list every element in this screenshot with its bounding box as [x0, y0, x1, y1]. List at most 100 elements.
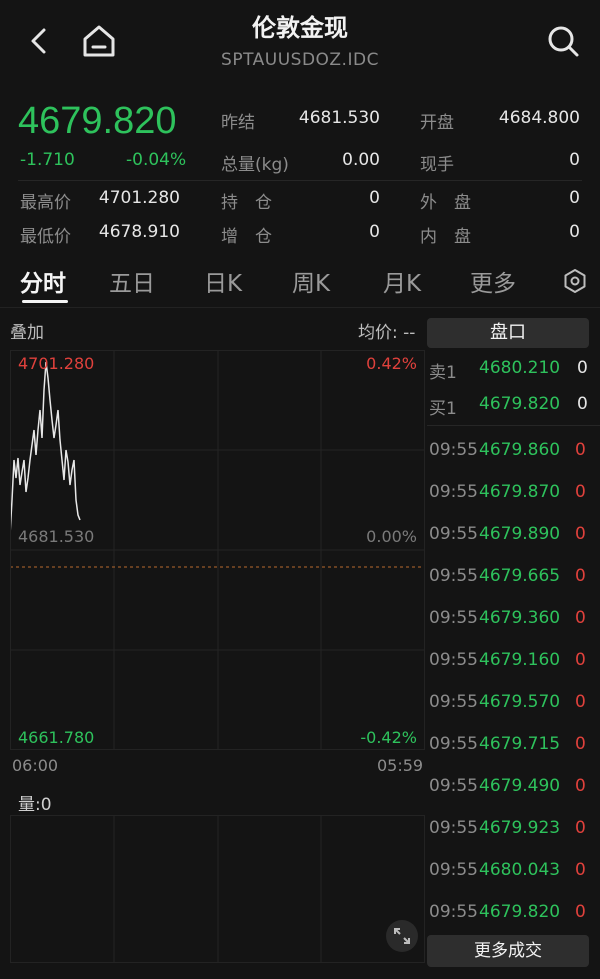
trade-volume: 0 — [575, 902, 586, 922]
trade-price: 4679.490 — [479, 776, 561, 796]
chart-high-price: 4701.280 — [18, 354, 95, 373]
search-button[interactable] — [544, 22, 582, 60]
bid-qty: 0 — [577, 394, 588, 414]
stat-value-inner: 0 — [569, 222, 580, 242]
trade-volume: 0 — [575, 524, 586, 544]
trade-price: 4679.870 — [479, 482, 561, 502]
trade-volume: 0 — [575, 440, 586, 460]
trade-row: 09:55 4679.890 0 — [427, 524, 600, 554]
ask-qty: 0 — [577, 358, 588, 378]
bid-label: 买1 — [429, 399, 457, 419]
trade-price: 4679.360 — [479, 608, 561, 628]
active-tab-indicator — [22, 300, 68, 303]
stat-value-total-volume: 0.00 — [342, 150, 380, 170]
chart-high-pct: 0.42% — [366, 354, 417, 373]
trade-time: 09:55 — [429, 776, 478, 796]
trade-price: 4679.820 — [479, 902, 561, 922]
ask-row: 卖1 4680.210 0 — [427, 358, 600, 388]
avg-price-label: 均价: -- — [358, 323, 416, 343]
volume-chart — [10, 815, 425, 963]
stat-label-total-volume: 总量(kg) — [221, 155, 289, 175]
stat-label-inner: 内 盘 — [420, 227, 471, 247]
bid-price: 4679.820 — [479, 394, 561, 414]
divider — [18, 180, 582, 181]
trade-time: 09:55 — [429, 482, 478, 502]
stat-label-prev-settle: 昨结 — [221, 113, 255, 133]
trade-price: 4679.715 — [479, 734, 561, 754]
trade-volume: 0 — [575, 566, 586, 586]
trade-time: 09:55 — [429, 650, 478, 670]
trade-row: 09:55 4679.665 0 — [427, 566, 600, 596]
trade-row: 09:55 4679.360 0 — [427, 608, 600, 638]
trade-volume: 0 — [575, 860, 586, 880]
stat-value-position-change: 0 — [369, 222, 380, 242]
trade-time: 09:55 — [429, 608, 478, 628]
trade-time: 09:55 — [429, 440, 478, 460]
page-title: 伦敦金现 — [252, 14, 348, 42]
trade-row: 09:55 4679.860 0 — [427, 440, 600, 470]
tab-intraday[interactable]: 分时 — [20, 264, 66, 298]
stat-value-position: 0 — [369, 188, 380, 208]
ask-label: 卖1 — [429, 363, 457, 383]
trade-price: 4679.665 — [479, 566, 561, 586]
stat-value-outer: 0 — [569, 188, 580, 208]
chart-settings-button[interactable] — [562, 268, 588, 294]
trade-volume: 0 — [575, 650, 586, 670]
stat-label-high: 最高价 — [20, 193, 71, 213]
volume-label: 量:0 — [18, 795, 52, 815]
trade-volume: 0 — [575, 482, 586, 502]
stat-label-position-change: 增 仓 — [221, 227, 272, 247]
tab-monthly-k[interactable]: 月K — [383, 264, 421, 298]
trade-volume: 0 — [575, 776, 586, 796]
stat-label-outer: 外 盘 — [420, 193, 471, 213]
trade-time: 09:55 — [429, 818, 478, 838]
header: 伦敦金现 SPTAUUSDOZ.IDC — [0, 0, 600, 86]
chart-low-price: 4661.780 — [18, 728, 95, 747]
trade-row: 09:55 4679.160 0 — [427, 650, 600, 680]
trade-volume: 0 — [575, 608, 586, 628]
stat-label-low: 最低价 — [20, 227, 71, 247]
trade-price: 4679.890 — [479, 524, 561, 544]
chart-prev-pct: 0.00% — [366, 527, 417, 546]
chart-prev-price: 4681.530 — [18, 527, 95, 546]
trade-time: 09:55 — [429, 692, 478, 712]
chart-time-end: 05:59 — [377, 756, 424, 775]
tab-daily-k[interactable]: 日K — [204, 264, 242, 298]
trade-price: 4679.923 — [479, 818, 561, 838]
pankou-button[interactable]: 盘口 — [427, 318, 589, 348]
chart-tabs: 分时 五日 日K 周K 月K 更多 — [0, 256, 600, 308]
overlay-button[interactable]: 叠加 — [10, 318, 44, 343]
settings-icon — [564, 269, 586, 293]
trade-row: 09:55 4679.820 0 — [427, 902, 600, 932]
intraday-chart[interactable]: 4701.280 0.42% 4681.530 0.00% 4661.780 -… — [10, 350, 425, 750]
trade-volume: 0 — [575, 692, 586, 712]
trade-time: 09:55 — [429, 524, 478, 544]
trade-row: 09:55 4679.870 0 — [427, 482, 600, 512]
trade-price: 4679.860 — [479, 440, 561, 460]
expand-chart-button[interactable] — [386, 920, 418, 952]
trade-price: 4679.570 — [479, 692, 561, 712]
trade-volume: 0 — [575, 734, 586, 754]
stat-value-open: 4684.800 — [498, 108, 580, 128]
search-icon — [548, 26, 579, 57]
chart-frame — [10, 350, 425, 750]
trade-row: 09:55 4679.490 0 — [427, 776, 600, 806]
expand-icon — [394, 928, 410, 944]
trade-time: 09:55 — [429, 860, 478, 880]
stat-value-high: 4701.280 — [98, 188, 180, 208]
tab-five-day[interactable]: 五日 — [109, 264, 155, 298]
tab-weekly-k[interactable]: 周K — [292, 264, 330, 298]
stat-value-prev-settle: 4681.530 — [298, 108, 380, 128]
stat-value-low: 4678.910 — [98, 222, 180, 242]
chart-time-start: 06:00 — [12, 756, 59, 775]
tab-more[interactable]: 更多 — [470, 264, 516, 298]
stat-value-current-hand: 0 — [569, 150, 580, 170]
trade-time: 09:55 — [429, 902, 478, 922]
more-trades-button[interactable]: 更多成交 — [427, 935, 589, 967]
bid-row: 买1 4679.820 0 — [427, 394, 600, 424]
instrument-code: SPTAUUSDOZ.IDC — [221, 50, 379, 70]
volume-grid — [113, 816, 322, 962]
last-price: 4679.820 — [18, 100, 177, 142]
trade-time: 09:55 — [429, 734, 478, 754]
trade-volume: 0 — [575, 818, 586, 838]
